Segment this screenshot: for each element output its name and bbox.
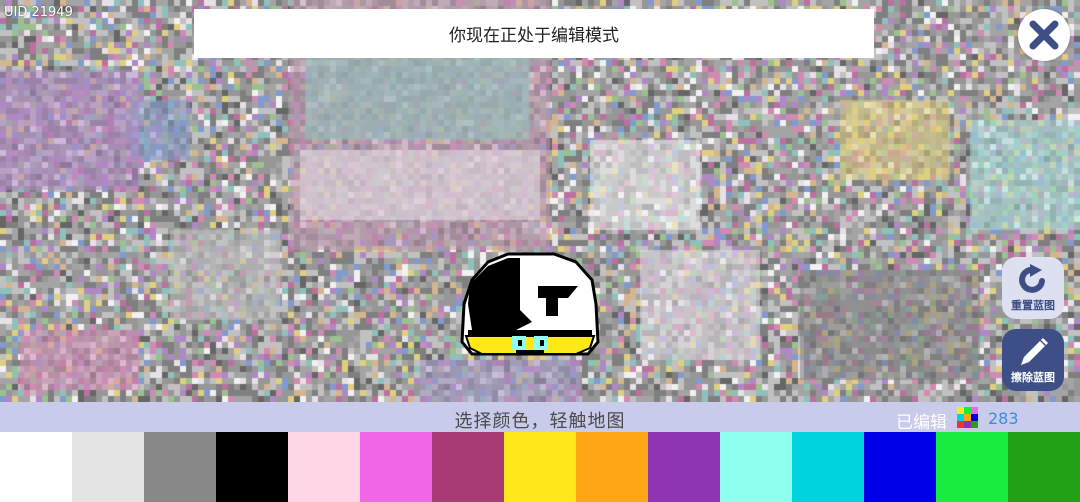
color-grid-icon — [957, 407, 978, 428]
color-swatch[interactable] — [792, 432, 864, 502]
reset-blueprint-label: 重置蓝图 — [1011, 299, 1055, 312]
color-swatch[interactable] — [216, 432, 288, 502]
color-swatch[interactable] — [648, 432, 720, 502]
color-swatch[interactable] — [720, 432, 792, 502]
color-swatch[interactable] — [360, 432, 432, 502]
blueprint-character — [460, 252, 600, 356]
uid-label: UID 21949 — [4, 5, 73, 20]
reset-blueprint-button[interactable]: 重置蓝图 — [1002, 257, 1064, 319]
color-swatch[interactable] — [72, 432, 144, 502]
pixel-map[interactable] — [0, 0, 1080, 402]
erase-blueprint-label: 擦除蓝图 — [1011, 371, 1055, 384]
edited-label: 已编辑 — [896, 413, 947, 433]
hint-bar: 选择颜色，轻触地图 已编辑 283 — [0, 402, 1080, 433]
color-swatch[interactable] — [1008, 432, 1080, 502]
color-swatch[interactable] — [576, 432, 648, 502]
close-x-icon — [1029, 20, 1059, 50]
color-swatch[interactable] — [864, 432, 936, 502]
pencil-icon — [1021, 338, 1048, 365]
color-swatch[interactable] — [0, 432, 72, 502]
edit-mode-banner: 你现在正处于编辑模式 — [194, 9, 874, 58]
edited-count: 283 — [988, 409, 1019, 428]
close-button[interactable] — [1018, 9, 1070, 61]
erase-blueprint-button[interactable]: 擦除蓝图 — [1002, 329, 1064, 391]
edit-mode-text: 你现在正处于编辑模式 — [449, 26, 619, 46]
color-swatch[interactable] — [144, 432, 216, 502]
color-swatch[interactable] — [504, 432, 576, 502]
color-swatch[interactable] — [936, 432, 1008, 502]
rotate-refresh-icon — [1019, 264, 1045, 293]
color-palette — [0, 432, 1080, 502]
color-swatch[interactable] — [432, 432, 504, 502]
color-swatch[interactable] — [288, 432, 360, 502]
